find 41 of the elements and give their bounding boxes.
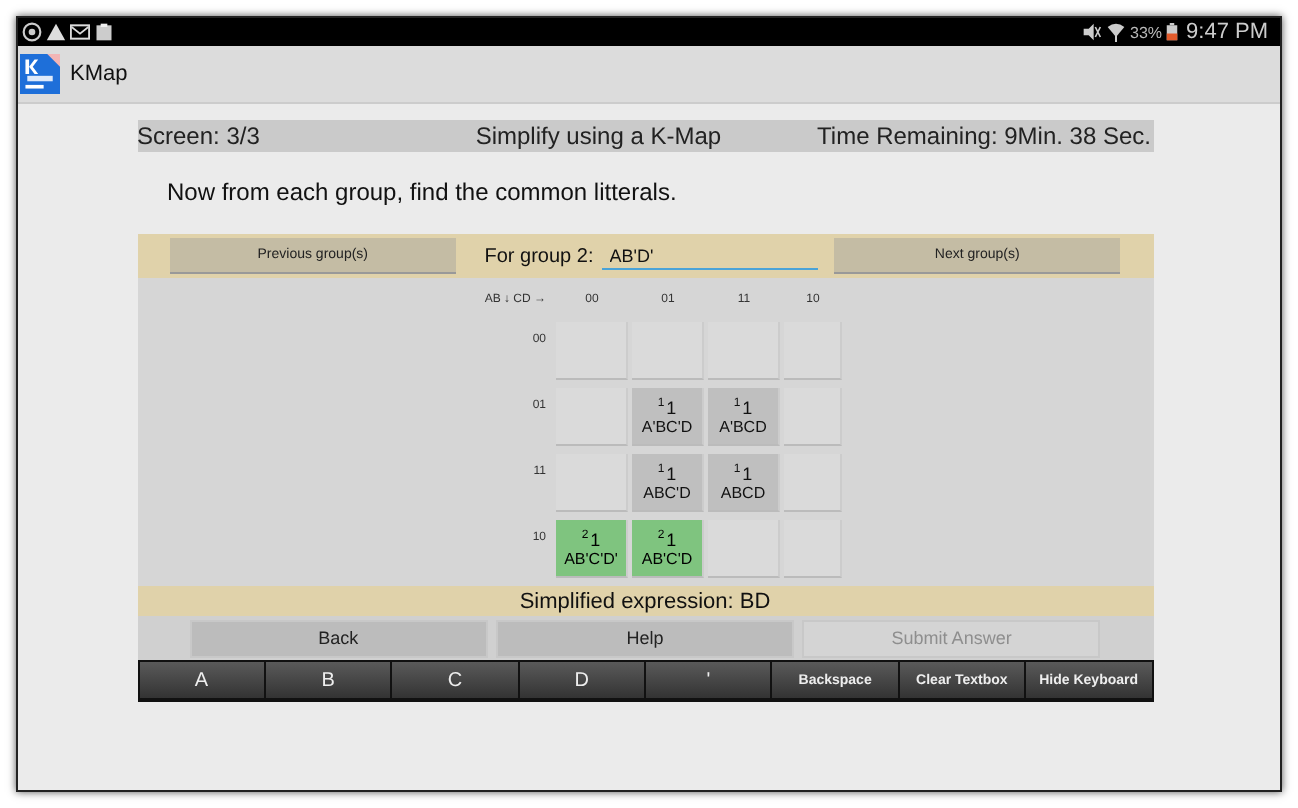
target-icon [22,22,42,42]
kmap-cell[interactable] [556,322,628,380]
kmap-cell[interactable]: $^{1}$ 1 A'BC'D [632,388,704,446]
wifi-icon [1106,22,1127,42]
mute-icon [1082,22,1103,42]
battery-percentage: 33% [1130,23,1163,41]
keyboard-key[interactable]: C [392,662,518,698]
action-button[interactable]: Help [495,619,795,657]
keyboard-key[interactable]: ' [646,662,771,698]
simplified-expression: Simplified expression: BD [137,586,1153,616]
group-input-field[interactable]: AB'D' [601,242,818,270]
mail-icon [70,22,90,42]
kmap-cell[interactable] [784,322,842,380]
keyboard-key[interactable]: B [265,662,391,698]
keyboard-key[interactable]: A [139,662,264,698]
kmap-cell[interactable] [784,388,842,446]
kmap-cell[interactable]: $^{2}$ 1 AB'C'D' [556,520,628,578]
action-button[interactable]: Back [189,619,488,657]
kmap-cell[interactable]: $^{1}$ 1 A'BCD [708,388,780,446]
battery-icon [1166,22,1179,42]
kmap-cell[interactable] [708,520,780,578]
screen-title: Simplify using a K-Map [475,122,722,150]
instruction-text: Now from each group, find the common litterals. [167,178,679,210]
time-remaining: Time Remaining: 9Min. 38 Sec. [817,122,1151,150]
clipboard-icon [94,22,114,42]
clock-time: 9:47 PM [1186,20,1268,44]
app-title: KMap [70,62,128,86]
kmap-cell[interactable] [784,454,842,512]
group-label: For group 2: [484,245,594,267]
keyboard-key[interactable]: D [519,662,644,698]
app-logo-icon [20,54,60,94]
kmap-cell[interactable]: $^{1}$ 1 ABCD [708,454,780,512]
kmap-cell[interactable]: $^{2}$ 1 AB'C'D [632,520,704,578]
kmap-cell[interactable] [556,454,628,512]
kmap-cell[interactable]: $^{1}$ 1 ABC'D [632,454,704,512]
kmap-cell[interactable] [708,322,780,380]
kmap-cell[interactable] [784,520,842,578]
kmap-cell[interactable] [632,322,704,380]
warning-icon [46,22,66,42]
screen-counter: Screen: 3/3 [137,122,260,150]
kmap-cell[interactable] [556,388,628,446]
